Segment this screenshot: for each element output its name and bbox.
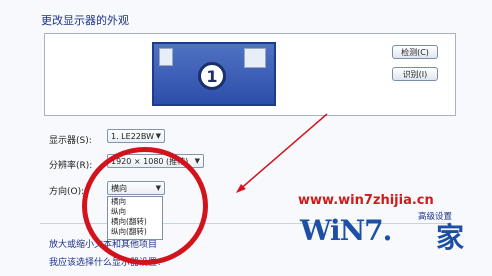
watermark-logo-cn: 家 [436,221,465,254]
annotation-arrow [236,113,328,193]
watermark-url: www.win7zhijia.cn [298,193,434,208]
watermark-logo: WiN7. [300,214,392,247]
